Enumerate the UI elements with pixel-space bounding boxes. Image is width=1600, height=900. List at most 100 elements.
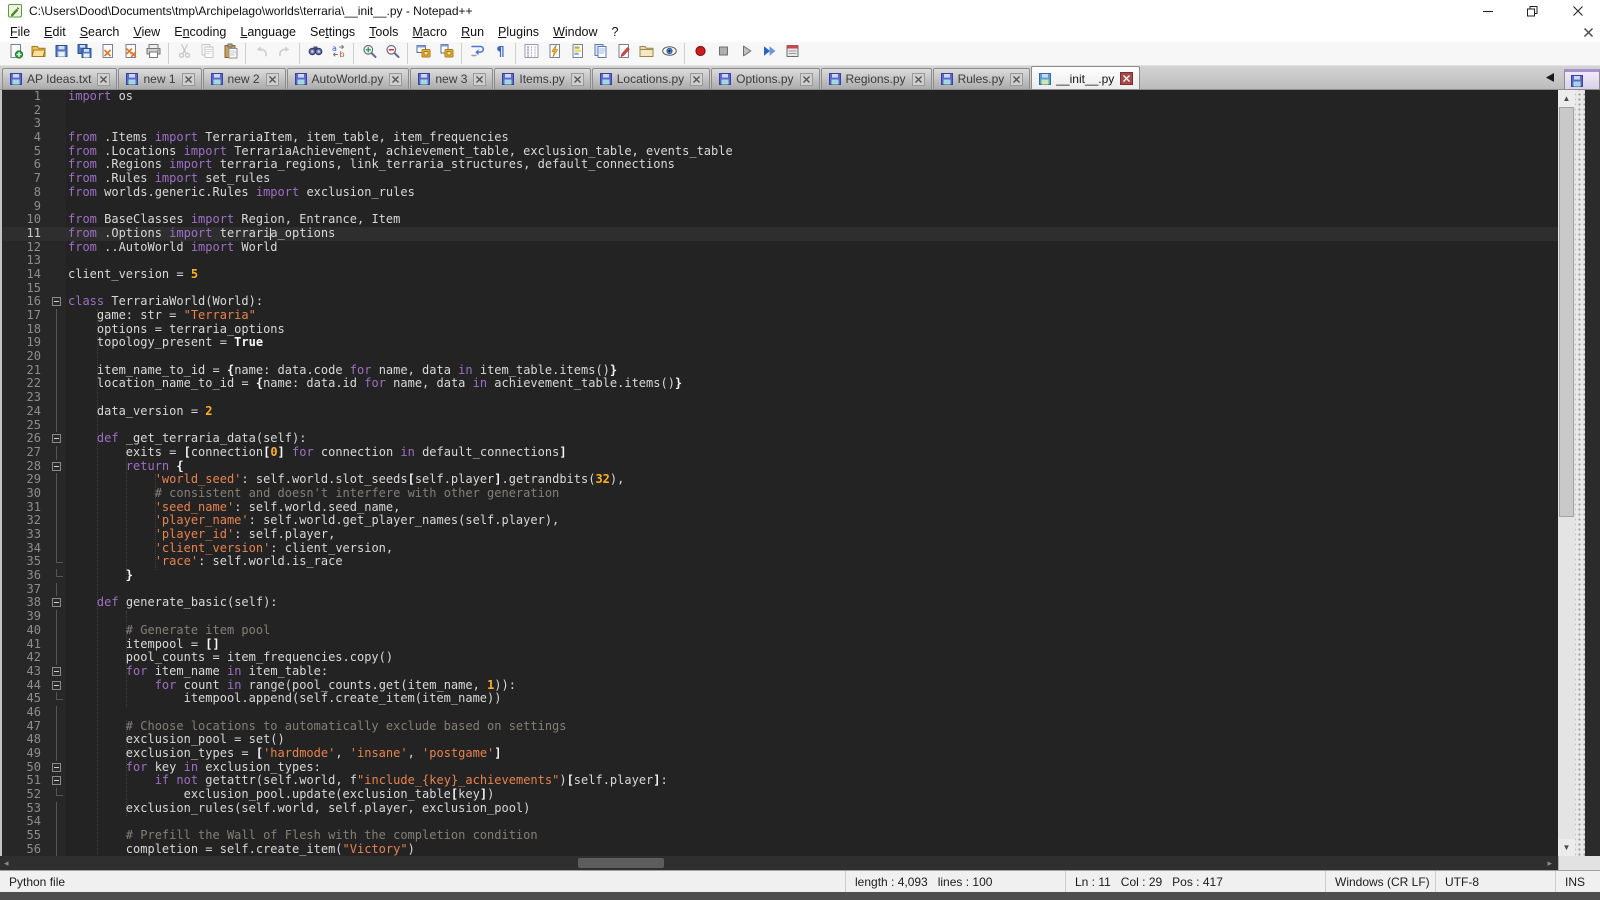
code-line[interactable]: 51 if not getattr(self.world, f"include_… bbox=[2, 774, 1558, 788]
folder-workspace-button[interactable] bbox=[635, 43, 658, 64]
tab-rules-py[interactable]: Rules.py bbox=[933, 68, 1031, 89]
code-line[interactable]: 1import os bbox=[2, 90, 1558, 104]
code-line[interactable]: 18 options = terraria_options bbox=[2, 323, 1558, 337]
code-line[interactable]: 25 bbox=[2, 419, 1558, 433]
code-line[interactable]: 9 bbox=[2, 200, 1558, 214]
tab-close-icon[interactable] bbox=[690, 73, 703, 86]
menu-item-search[interactable]: Search bbox=[73, 23, 127, 41]
tab-options-py[interactable]: Options.py bbox=[711, 68, 819, 89]
sync-h-button[interactable] bbox=[435, 43, 458, 64]
indent-guide-button[interactable] bbox=[520, 43, 543, 64]
tab-close-icon[interactable] bbox=[97, 73, 110, 86]
tab-new-2[interactable]: new 2 bbox=[203, 68, 286, 89]
save-all-button[interactable] bbox=[73, 43, 96, 64]
doc-map-button[interactable] bbox=[566, 43, 589, 64]
menu-item-tools[interactable]: Tools bbox=[362, 23, 405, 41]
code-line[interactable]: 15 bbox=[2, 282, 1558, 296]
code-line[interactable]: 45 itempool.append(self.create_item(item… bbox=[2, 692, 1558, 706]
menu-item-file[interactable]: File bbox=[3, 23, 37, 41]
code-line[interactable]: 6from .Regions import terraria_regions, … bbox=[2, 158, 1558, 172]
fold-toggle[interactable] bbox=[48, 774, 66, 788]
fold-toggle[interactable] bbox=[48, 761, 66, 775]
find-button[interactable] bbox=[304, 43, 327, 64]
code-line[interactable]: 49 exclusion_types = ['hardmode', 'insan… bbox=[2, 747, 1558, 761]
monitoring-button[interactable] bbox=[658, 43, 681, 64]
show-all-chars-button[interactable]: ¶ bbox=[489, 43, 512, 64]
code-line[interactable]: 37 bbox=[2, 583, 1558, 597]
code-line[interactable]: 29 'world_seed': self.world.slot_seeds[s… bbox=[2, 473, 1558, 487]
sync-v-button[interactable] bbox=[412, 43, 435, 64]
vertical-scrollbar[interactable]: ▲ ▼ bbox=[1558, 90, 1575, 856]
code-line[interactable]: 2 bbox=[2, 104, 1558, 118]
save-macro-button[interactable] bbox=[781, 43, 804, 64]
scroll-right-icon[interactable]: ▸ bbox=[1547, 856, 1552, 870]
tab-locations-py[interactable]: Locations.py bbox=[592, 68, 710, 89]
code-editor[interactable]: 1import os234from .Items import Terraria… bbox=[0, 90, 1558, 856]
tab-scroll-left-icon[interactable] bbox=[1546, 73, 1554, 82]
code-line[interactable]: 44 for count in range(pool_counts.get(it… bbox=[2, 679, 1558, 693]
code-line[interactable]: 14client_version = 5 bbox=[2, 268, 1558, 282]
menu-item-edit[interactable]: Edit bbox=[37, 23, 73, 41]
tab-close-icon[interactable] bbox=[473, 73, 486, 86]
code-line[interactable]: 16class TerrariaWorld(World): bbox=[2, 295, 1558, 309]
code-line[interactable]: 4from .Items import TerrariaItem, item_t… bbox=[2, 131, 1558, 145]
undo-button[interactable] bbox=[250, 43, 273, 64]
fold-toggle[interactable] bbox=[48, 596, 66, 610]
close-document-icon[interactable] bbox=[1583, 27, 1594, 38]
code-line[interactable]: 8from worlds.generic.Rules import exclus… bbox=[2, 186, 1558, 200]
code-line[interactable]: 32 'player_name': self.world.get_player_… bbox=[2, 514, 1558, 528]
fold-toggle[interactable] bbox=[48, 460, 66, 474]
scroll-left-icon[interactable]: ◂ bbox=[4, 856, 9, 870]
tab-ap-ideas-txt[interactable]: AP Ideas.txt bbox=[2, 68, 117, 89]
code-line[interactable]: 35 'race': self.world.is_race bbox=[2, 555, 1558, 569]
close-button[interactable] bbox=[96, 43, 119, 64]
tab-init-py[interactable]: __init__.py bbox=[1031, 66, 1140, 89]
tab-autoworld-py[interactable]: AutoWorld.py bbox=[287, 68, 410, 89]
code-line[interactable]: 3 bbox=[2, 117, 1558, 131]
menu-item-language[interactable]: Language bbox=[233, 23, 303, 41]
word-wrap-button[interactable] bbox=[466, 43, 489, 64]
code-line[interactable]: 26 def _get_terraria_data(self): bbox=[2, 432, 1558, 446]
tab-close-icon[interactable] bbox=[182, 73, 195, 86]
minimize-button[interactable] bbox=[1465, 0, 1510, 22]
paste-button[interactable] bbox=[219, 43, 242, 64]
code-line[interactable]: 13 bbox=[2, 254, 1558, 268]
tab-regions-py[interactable]: Regions.py bbox=[821, 68, 932, 89]
open-file-button[interactable] bbox=[27, 43, 50, 64]
code-line[interactable]: 19 topology_present = True bbox=[2, 336, 1558, 350]
code-line[interactable]: 34 'client_version': client_version, bbox=[2, 542, 1558, 556]
code-line[interactable]: 38 def generate_basic(self): bbox=[2, 596, 1558, 610]
tab-close-icon[interactable] bbox=[1010, 73, 1023, 86]
status-eol[interactable]: Windows (CR LF) bbox=[1325, 871, 1435, 892]
fold-toggle[interactable] bbox=[48, 665, 66, 679]
menu-item-view[interactable]: View bbox=[126, 23, 167, 41]
menu-item-encoding[interactable]: Encoding bbox=[167, 23, 233, 41]
code-line[interactable]: 54 bbox=[2, 815, 1558, 829]
doc-list-button[interactable] bbox=[589, 43, 612, 64]
code-line[interactable]: 39 bbox=[2, 610, 1558, 624]
zoom-in-button[interactable] bbox=[358, 43, 381, 64]
code-line[interactable]: 41 itempool = [] bbox=[2, 638, 1558, 652]
code-line[interactable]: 56 completion = self.create_item("Victor… bbox=[2, 843, 1558, 856]
code-line[interactable]: 7from .Rules import set_rules bbox=[2, 172, 1558, 186]
code-line[interactable]: 53 exclusion_rules(self.world, self.play… bbox=[2, 802, 1558, 816]
code-line[interactable]: 50 for key in exclusion_types: bbox=[2, 761, 1558, 775]
print-button[interactable] bbox=[142, 43, 165, 64]
replace-button[interactable]: ab bbox=[327, 43, 350, 64]
code-line[interactable]: 28 return { bbox=[2, 460, 1558, 474]
tab-close-icon[interactable] bbox=[912, 73, 925, 86]
redo-button[interactable] bbox=[273, 43, 296, 64]
tab-close-icon[interactable] bbox=[389, 73, 402, 86]
play-macro-button[interactable] bbox=[735, 43, 758, 64]
code-line[interactable]: 12from ..AutoWorld import World bbox=[2, 241, 1558, 255]
code-line[interactable]: 52 exclusion_pool.update(exclusion_table… bbox=[2, 788, 1558, 802]
code-line[interactable]: 23 bbox=[2, 391, 1558, 405]
code-line[interactable]: 22 location_name_to_id = {name: data.id … bbox=[2, 377, 1558, 391]
edit-pen-button[interactable] bbox=[612, 43, 635, 64]
tab-close-icon[interactable] bbox=[571, 73, 584, 86]
tab-items-py[interactable]: Items.py bbox=[494, 68, 590, 89]
code-line[interactable]: 20 bbox=[2, 350, 1558, 364]
cut-button[interactable] bbox=[173, 43, 196, 64]
code-line[interactable]: 33 'player_id': self.player, bbox=[2, 528, 1558, 542]
scroll-up-icon[interactable]: ▲ bbox=[1558, 90, 1575, 107]
